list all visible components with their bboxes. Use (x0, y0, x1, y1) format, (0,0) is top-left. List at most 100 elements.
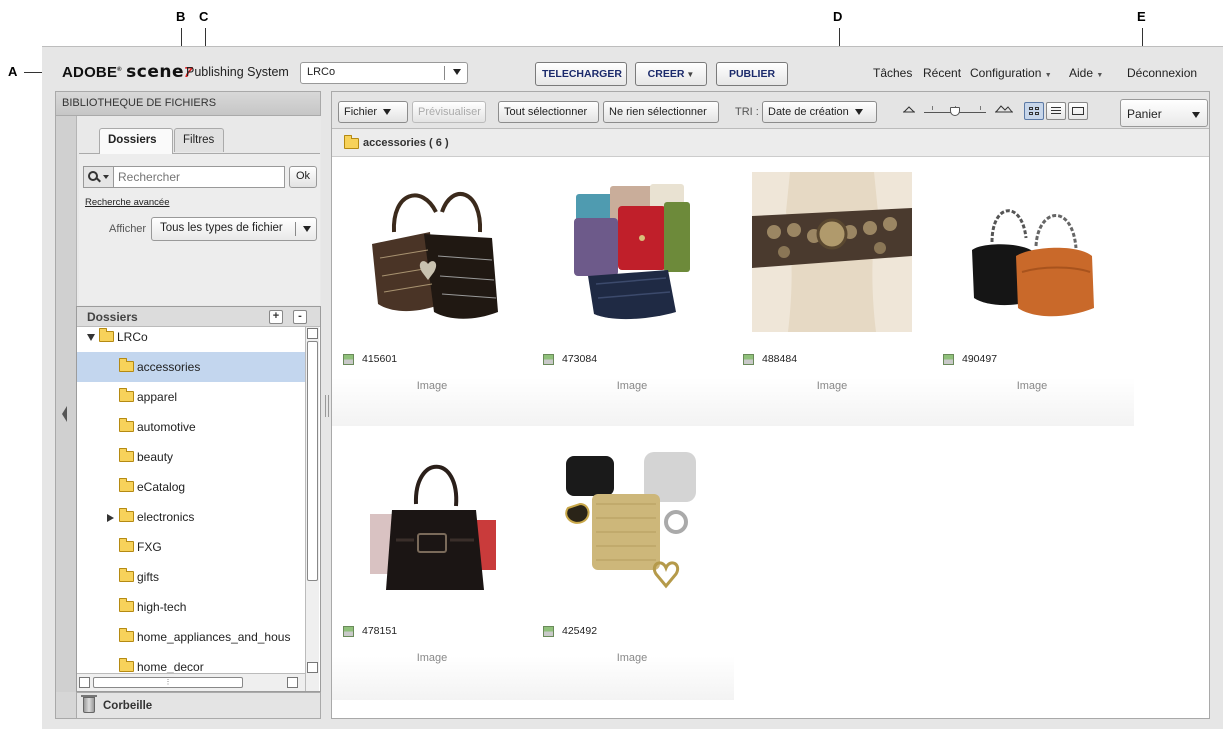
chevron-down-icon (854, 109, 863, 116)
callout-c: C (199, 9, 209, 24)
file-type-select[interactable]: Tous les types de fichier (151, 217, 317, 241)
file-menu-button[interactable]: Fichier (338, 101, 408, 123)
upload-button-label: TELECHARGER (542, 68, 622, 80)
wallets-image[interactable] (552, 172, 712, 332)
asset-card[interactable]: 425492 Image (532, 430, 732, 698)
select-none-button[interactable]: Ne rien sélectionner (603, 101, 719, 123)
collapse-strip[interactable] (56, 116, 76, 692)
search-options-button[interactable] (84, 167, 114, 187)
file-type-select-value: Tous les types de fichier (160, 222, 283, 234)
folder-tree-horizontal-scrollbar[interactable]: ⋮ (77, 673, 305, 691)
tree-item-label: home_decor (137, 660, 204, 673)
mesh-wallets-image[interactable] (552, 444, 712, 604)
sort-select-value: Date de création (768, 106, 849, 118)
preview-button[interactable]: Prévisualiser (412, 101, 486, 123)
panel-resize-handle[interactable] (325, 395, 329, 417)
grid-view-icon (1029, 107, 1039, 115)
search-icon-handle (96, 177, 101, 183)
tree-item-lrco[interactable]: LRCo (77, 327, 305, 352)
cart-select[interactable]: Panier (1120, 99, 1208, 127)
menu-tasks[interactable]: Tâches (873, 66, 912, 80)
tree-item-home-decor[interactable]: home_decor (77, 652, 305, 673)
detail-view-button[interactable] (1068, 102, 1088, 120)
asset-card[interactable]: 478151 Image (332, 430, 532, 698)
tree-item-home-appliances[interactable]: home_appliances_and_hous (77, 622, 305, 652)
grid-view-button[interactable] (1024, 102, 1044, 120)
search-box (83, 166, 285, 188)
scroll-down-arrow-icon[interactable] (307, 662, 318, 673)
tree-item-label: apparel (137, 390, 178, 404)
menu-help-label: Aide (1069, 66, 1094, 80)
scroll-right-arrow-icon[interactable] (287, 677, 298, 688)
callout-d: D (833, 9, 843, 24)
search-input[interactable] (118, 170, 278, 184)
add-folder-button[interactable]: + (269, 310, 283, 324)
scroll-left-arrow-icon[interactable] (79, 677, 90, 688)
asset-id: 488484 (762, 353, 798, 365)
tree-item-fxg[interactable]: FXG (77, 532, 305, 562)
asset-card[interactable]: 415601 Image (332, 158, 532, 426)
menu-setup-label: Configuration (970, 66, 1042, 80)
trash-row[interactable]: Corbeille (76, 692, 321, 719)
asset-id: 425492 (562, 625, 598, 637)
search-ok-button[interactable]: Ok (289, 166, 317, 188)
asset-card[interactable]: 473084 Image (532, 158, 732, 426)
tree-item-gifts[interactable]: gifts (77, 562, 305, 592)
tree-item-label: electronics (137, 510, 195, 524)
publish-button[interactable]: PUBLIER (716, 62, 788, 86)
remove-folder-button[interactable]: - (293, 310, 307, 324)
create-button-label: CREER (647, 68, 685, 80)
menu-recent[interactable]: Récent (923, 66, 961, 80)
asset-type: Image (616, 652, 648, 664)
tree-item-label: beauty (137, 450, 174, 464)
tree-item-high-tech[interactable]: high-tech (77, 592, 305, 622)
thumbnail-size-slider-handle[interactable] (950, 107, 960, 116)
belt-image[interactable] (752, 172, 912, 332)
scroll-thumb[interactable] (307, 341, 318, 581)
file-menu-label: Fichier (344, 106, 378, 118)
tree-item-beauty[interactable]: beauty (77, 442, 305, 472)
list-view-button[interactable] (1046, 102, 1066, 120)
tree-item-electronics[interactable]: electronics (77, 502, 305, 532)
menu-help[interactable]: Aide ▼ (1069, 66, 1103, 80)
company-select[interactable]: LRCo (300, 62, 468, 84)
create-button[interactable]: CREER ▼ (635, 62, 707, 86)
handbag-quilted-image[interactable] (352, 172, 512, 332)
select-separator (295, 222, 296, 236)
filter-area: Dossiers Filtres Ok Recherche avancée Af… (76, 116, 321, 306)
upload-button[interactable]: TELECHARGER (535, 62, 627, 86)
scroll-thumb[interactable]: ⋮ (93, 677, 243, 688)
expand-open-icon[interactable] (87, 334, 95, 341)
asset-status-icon (743, 354, 754, 365)
tree-item-apparel[interactable]: apparel (77, 382, 305, 412)
large-thumbnail-icon (995, 105, 1013, 113)
tote-bag-image[interactable] (352, 444, 512, 604)
tree-item-label: automotive (137, 420, 196, 434)
menu-setup[interactable]: Configuration ▼ (970, 66, 1052, 80)
advanced-search-link[interactable]: Recherche avancée (85, 197, 170, 208)
expand-closed-icon[interactable] (107, 514, 114, 522)
asset-card[interactable]: 488484 Image (732, 158, 932, 426)
scroll-up-arrow-icon[interactable] (307, 328, 318, 339)
slider-tick (980, 106, 981, 110)
select-all-button[interactable]: Tout sélectionner (498, 101, 599, 123)
tab-filters[interactable]: Filtres (174, 128, 224, 152)
adobe-scene7-logo: ADOBE® scene7 (62, 62, 193, 82)
asset-card[interactable]: 490497 Image (932, 158, 1132, 426)
cart-select-value: Panier (1127, 107, 1162, 121)
handbags-leather-image[interactable] (952, 172, 1112, 332)
asset-id: 473084 (562, 353, 598, 365)
tab-folders[interactable]: Dossiers (99, 128, 173, 154)
folder-icon (119, 448, 134, 462)
chevron-left-icon[interactable] (62, 406, 67, 422)
tree-item-automotive[interactable]: automotive (77, 412, 305, 442)
tree-item-accessories[interactable]: accessories (77, 352, 305, 382)
tree-item-ecatalog[interactable]: eCatalog (77, 472, 305, 502)
folder-tree-vertical-scrollbar[interactable] (305, 327, 319, 691)
menu-signout[interactable]: Déconnexion (1127, 66, 1197, 80)
callout-b: B (176, 9, 186, 24)
tree-item-label: eCatalog (137, 480, 186, 494)
sort-select[interactable]: Date de création (762, 101, 877, 123)
tree-item-label: high-tech (137, 600, 187, 614)
folder-icon (119, 508, 134, 522)
